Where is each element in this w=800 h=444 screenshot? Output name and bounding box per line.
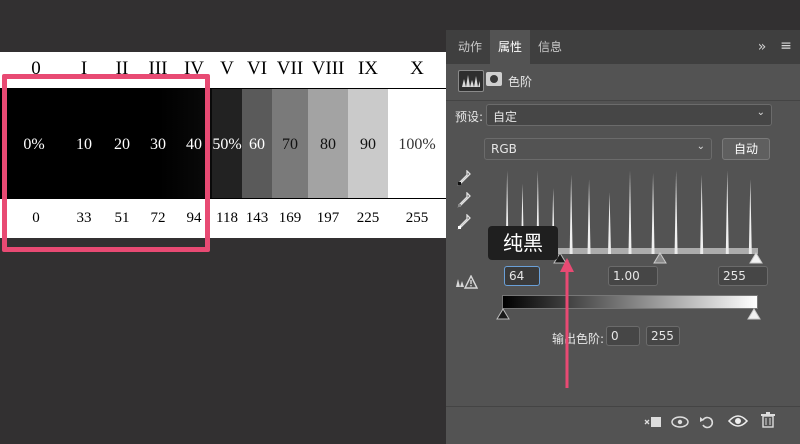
gamma-input-handle [653,252,667,264]
view-previous-state-icon[interactable] [668,414,692,434]
levels-adjustment-icon[interactable] [458,70,484,92]
channel-value: RGB [491,142,517,156]
zone-roman-label: VI [246,58,268,79]
tab-info[interactable]: 信息 [530,30,570,64]
trash-icon[interactable] [758,412,778,432]
layer-mask-icon[interactable] [486,72,502,86]
zone-roman-label: VIII [311,58,345,79]
preset-select[interactable]: 自定 ⌄ [486,104,772,126]
tab-actions[interactable]: 动作 [450,30,490,64]
menu-icon[interactable]: ≡ [776,38,796,54]
output-black-field[interactable]: 0 [606,326,640,346]
channel-select[interactable]: RGB ⌄ [484,138,712,160]
input-gamma-field[interactable]: 1.00 [608,266,658,286]
tab-properties[interactable]: 属性 [490,30,531,64]
output-levels-slider[interactable] [496,306,764,320]
zone-value-label: 169 [278,210,302,226]
panel-tabbar: 动作 属性 信息 » ≡ [446,30,800,64]
white-input-handle [749,252,763,264]
annotation-arrow [560,258,574,388]
clip-to-layer-icon[interactable] [642,414,664,434]
zone-roman-label: IX [357,58,379,79]
preset-label: 预设: [455,110,484,124]
zone-percent-label: 100% [398,136,436,153]
gray-point-eyedropper-icon[interactable] [456,191,472,212]
preset-value: 自定 [493,110,518,124]
highlight-box [2,74,210,252]
collapse-icon[interactable]: » [752,39,772,55]
divider [446,406,800,407]
chevron-down-icon: ⌄ [696,141,705,152]
black-output-handle [496,308,510,320]
zone-value-label: 197 [316,210,340,226]
zone-percent-label: 80 [320,136,336,153]
auto-button[interactable]: 自动 [722,138,770,160]
output-white-field[interactable]: 255 [646,326,680,346]
zone-roman-label: X [410,58,424,79]
pure-black-tooltip: 纯黑 [488,226,558,260]
zone-value-label: 255 [405,210,429,226]
zone-value-label: 225 [356,210,380,226]
zone-percent-label: 90 [360,136,376,153]
input-white-field[interactable]: 255 [718,266,768,286]
black-point-eyedropper-icon[interactable] [456,169,472,190]
white-output-handle [747,308,761,320]
divider [446,100,800,101]
input-black-field[interactable]: 64 [504,266,540,286]
adjustment-title: 色阶 [508,75,533,89]
visibility-eye-icon[interactable] [726,414,750,432]
zone-percent-label: 70 [282,136,298,153]
zone-roman-label: VII [276,58,304,79]
chevron-down-icon: ⌄ [756,107,765,118]
reset-icon[interactable] [696,414,718,434]
white-point-eyedropper-icon[interactable] [456,213,472,234]
histogram-warning-icon[interactable] [454,274,479,289]
